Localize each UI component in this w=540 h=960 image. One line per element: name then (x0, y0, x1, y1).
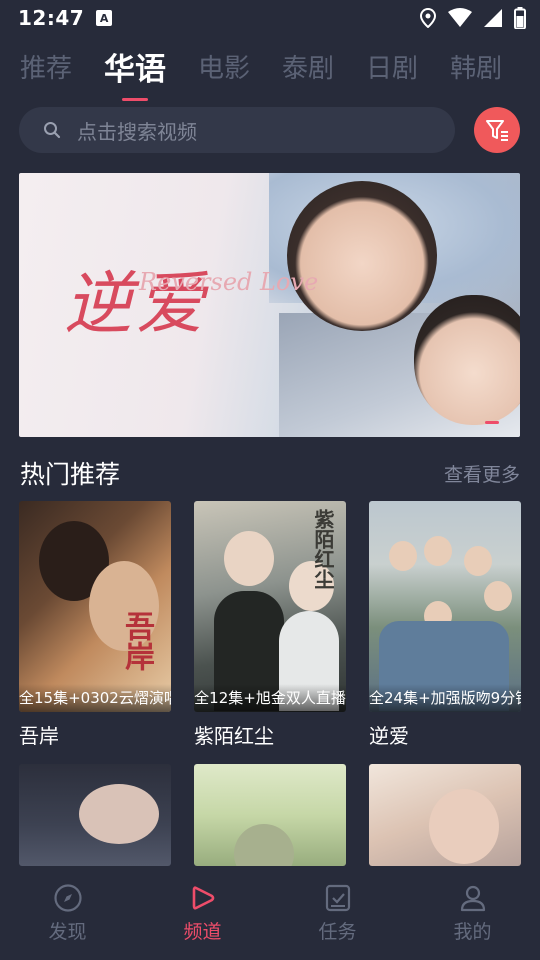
poster-image: 紫陌红尘 全12集+旭金双人直播 (194, 501, 346, 712)
nav-tasks[interactable]: 任务 (270, 883, 405, 944)
nav-label: 我的 (453, 920, 492, 943)
video-card[interactable] (194, 764, 346, 866)
poster-image (19, 764, 171, 866)
task-icon (325, 884, 350, 911)
banner-logo-subtitle: Reversed Love (139, 268, 319, 296)
video-card[interactable] (19, 764, 171, 866)
video-title: 逆爱 (369, 724, 409, 748)
video-card[interactable]: 吾岸 全15集+0302云熠演唱会 吾岸 (19, 501, 171, 749)
poster-image: 全24集+加强版吻9分钟 (369, 501, 521, 712)
bottom-nav: 发现 频道 任务 我的 (0, 866, 540, 960)
status-icons (420, 7, 526, 29)
nav-discover[interactable]: 发现 (0, 883, 135, 944)
signal-icon (484, 9, 502, 27)
poster-image: 吾岸 全15集+0302云熠演唱会 (19, 501, 171, 712)
nav-label: 任务 (318, 920, 357, 943)
view-more-link[interactable]: 查看更多 (444, 460, 520, 487)
episode-caption: 全15集+0302云熠演唱会 (19, 684, 171, 712)
poster-image (369, 764, 521, 866)
episode-caption: 全12集+旭金双人直播 (194, 684, 346, 712)
video-card[interactable] (369, 764, 521, 866)
banner-carousel[interactable]: 逆爱 Reversed Love (19, 173, 520, 437)
poster-title: 紫陌红尘 (311, 509, 335, 589)
search-bar[interactable]: 点击搜索视频 (19, 107, 455, 153)
video-card[interactable]: 全24集+加强版吻9分钟 逆爱 (369, 501, 521, 749)
poster-title: 吾岸 (119, 611, 154, 671)
search-icon (44, 122, 61, 139)
filter-icon (486, 120, 508, 141)
filter-button[interactable] (474, 107, 520, 153)
banner-logo: 逆爱 (64, 265, 209, 344)
section-title: 热门推荐 (20, 460, 121, 489)
tab-recommend[interactable]: 推荐 (20, 48, 72, 85)
status-time: 12:47 (18, 6, 85, 30)
user-icon (460, 885, 485, 911)
nav-label: 频道 (183, 920, 222, 943)
hot-section-header: 热门推荐 查看更多 (20, 455, 520, 491)
video-title: 紫陌红尘 (194, 724, 274, 748)
nav-label: 发现 (48, 920, 87, 943)
episode-caption: 全24集+加强版吻9分钟 (369, 684, 521, 712)
battery-icon (514, 7, 526, 29)
tab-korean[interactable]: 韩剧 (450, 48, 502, 85)
tab-japanese[interactable]: 日剧 (366, 48, 418, 85)
poster-image (194, 764, 346, 866)
compass-icon (53, 883, 82, 912)
tab-movie[interactable]: 电影 (198, 48, 250, 85)
video-title: 吾岸 (19, 724, 59, 748)
banner-figure (287, 181, 437, 331)
tab-chinese[interactable]: 华语 (104, 44, 166, 89)
nav-channel[interactable]: 频道 (135, 883, 270, 944)
play-icon (192, 885, 214, 910)
location-icon (420, 8, 436, 28)
wifi-icon (448, 8, 472, 27)
tab-thai[interactable]: 泰剧 (282, 48, 334, 85)
banner-figure (414, 295, 520, 425)
status-bar: 12:47 A (0, 0, 540, 36)
category-tabs: 推荐 华语 电影 泰剧 日剧 韩剧 (0, 40, 540, 92)
video-card[interactable]: 紫陌红尘 全12集+旭金双人直播 紫陌红尘 (194, 501, 346, 749)
notification-a-icon: A (96, 10, 113, 26)
search-placeholder: 点击搜索视频 (77, 119, 197, 144)
carousel-indicator (485, 421, 499, 424)
nav-profile[interactable]: 我的 (405, 883, 540, 944)
